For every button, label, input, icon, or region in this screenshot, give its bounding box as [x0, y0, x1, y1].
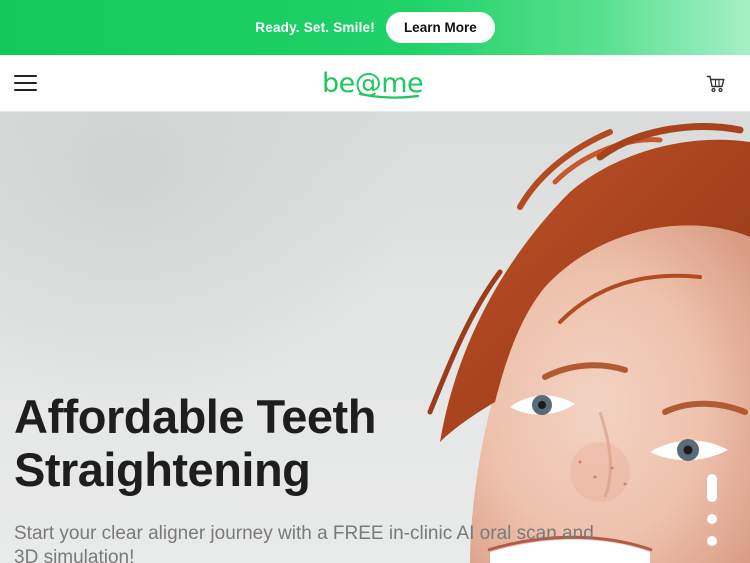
- hero-subtitle: Start your clear aligner journey with a …: [14, 523, 594, 563]
- brand-logo[interactable]: be@me: [322, 63, 432, 103]
- logo-swoosh: [358, 92, 420, 99]
- promo-banner: Ready. Set. Smile! Learn More: [0, 0, 750, 55]
- hero-section: Affordable Teeth Straightening Start you…: [0, 112, 750, 563]
- hero-title-line-1: Affordable Teeth: [14, 390, 376, 443]
- learn-more-button[interactable]: Learn More: [385, 12, 495, 43]
- shopping-cart-icon[interactable]: [706, 74, 726, 94]
- carousel-dot-2[interactable]: [707, 514, 717, 524]
- carousel-dot-1-active[interactable]: [707, 474, 717, 502]
- hero-title: Affordable Teeth Straightening: [14, 390, 434, 496]
- carousel-dot-3[interactable]: [707, 536, 717, 546]
- hero-title-line-2: Straightening: [14, 443, 311, 496]
- site-header: be@me: [0, 55, 750, 112]
- hamburger-menu-icon[interactable]: [14, 75, 37, 91]
- promo-text: Ready. Set. Smile!: [255, 20, 375, 35]
